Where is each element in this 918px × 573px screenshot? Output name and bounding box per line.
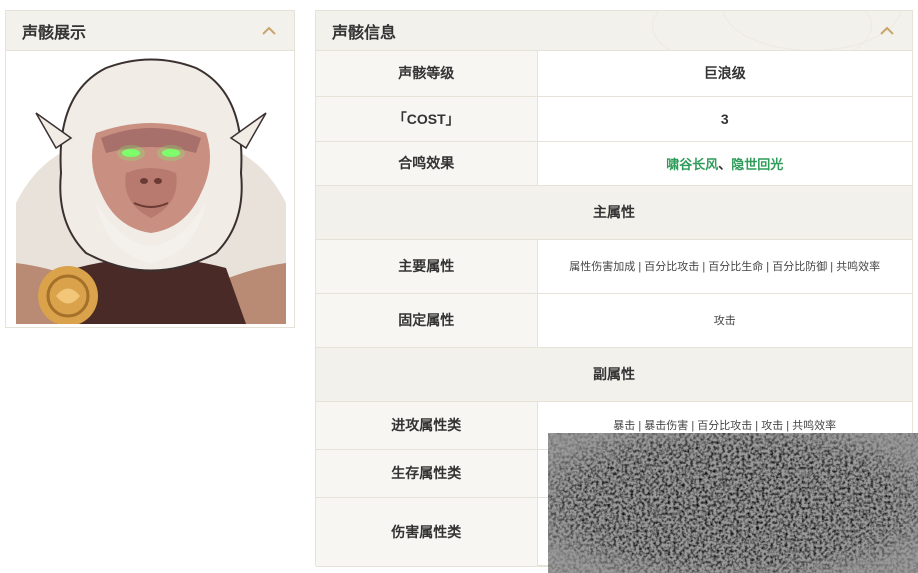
row-label: 伤害属性类 xyxy=(316,497,538,567)
table-row: 「COST」 3 xyxy=(316,96,912,142)
chevron-up-icon[interactable] xyxy=(260,22,278,40)
row-label: 进攻属性类 xyxy=(316,401,538,450)
sonata-link[interactable]: 隐世回光 xyxy=(731,157,783,172)
table-row: 固定属性 攻击 xyxy=(316,293,912,348)
showcase-header[interactable]: 声骸展示 xyxy=(6,11,294,51)
section-title: 副属性 xyxy=(316,347,912,402)
row-label: 主要属性 xyxy=(316,239,538,294)
showcase-title: 声骸展示 xyxy=(22,24,87,42)
chevron-up-icon[interactable] xyxy=(878,22,896,40)
row-value: 3 xyxy=(537,96,912,142)
info-title: 声骸信息 xyxy=(332,24,397,42)
noise-overlay xyxy=(548,433,918,573)
section-row: 主属性 xyxy=(316,185,912,240)
separator: 、 xyxy=(718,156,732,172)
table-row: 声骸等级 巨浪级 xyxy=(316,51,912,97)
section-row: 副属性 xyxy=(316,347,912,402)
row-label: 声骸等级 xyxy=(316,51,538,97)
row-value: 属性伤害加成 | 百分比攻击 | 百分比生命 | 百分比防御 | 共鸣效率 xyxy=(537,239,912,294)
row-label: 生存属性类 xyxy=(316,449,538,498)
row-value: 啸谷长风、隐世回光 xyxy=(537,141,912,186)
table-row: 合鸣效果 啸谷长风、隐世回光 xyxy=(316,141,912,186)
section-title: 主属性 xyxy=(316,185,912,240)
row-label: 合鸣效果 xyxy=(316,141,538,186)
row-label: 「COST」 xyxy=(316,96,538,142)
echo-portrait xyxy=(16,53,286,324)
showcase-panel: 声骸展示 xyxy=(5,10,295,328)
table-row: 主要属性 属性伤害加成 | 百分比攻击 | 百分比生命 | 百分比防御 | 共鸣… xyxy=(316,239,912,294)
row-value: 攻击 xyxy=(537,293,912,348)
info-header[interactable]: 声骸信息 xyxy=(316,11,912,51)
row-label: 固定属性 xyxy=(316,293,538,348)
row-value: 巨浪级 xyxy=(537,51,912,97)
sonata-link[interactable]: 啸谷长风 xyxy=(666,157,718,172)
